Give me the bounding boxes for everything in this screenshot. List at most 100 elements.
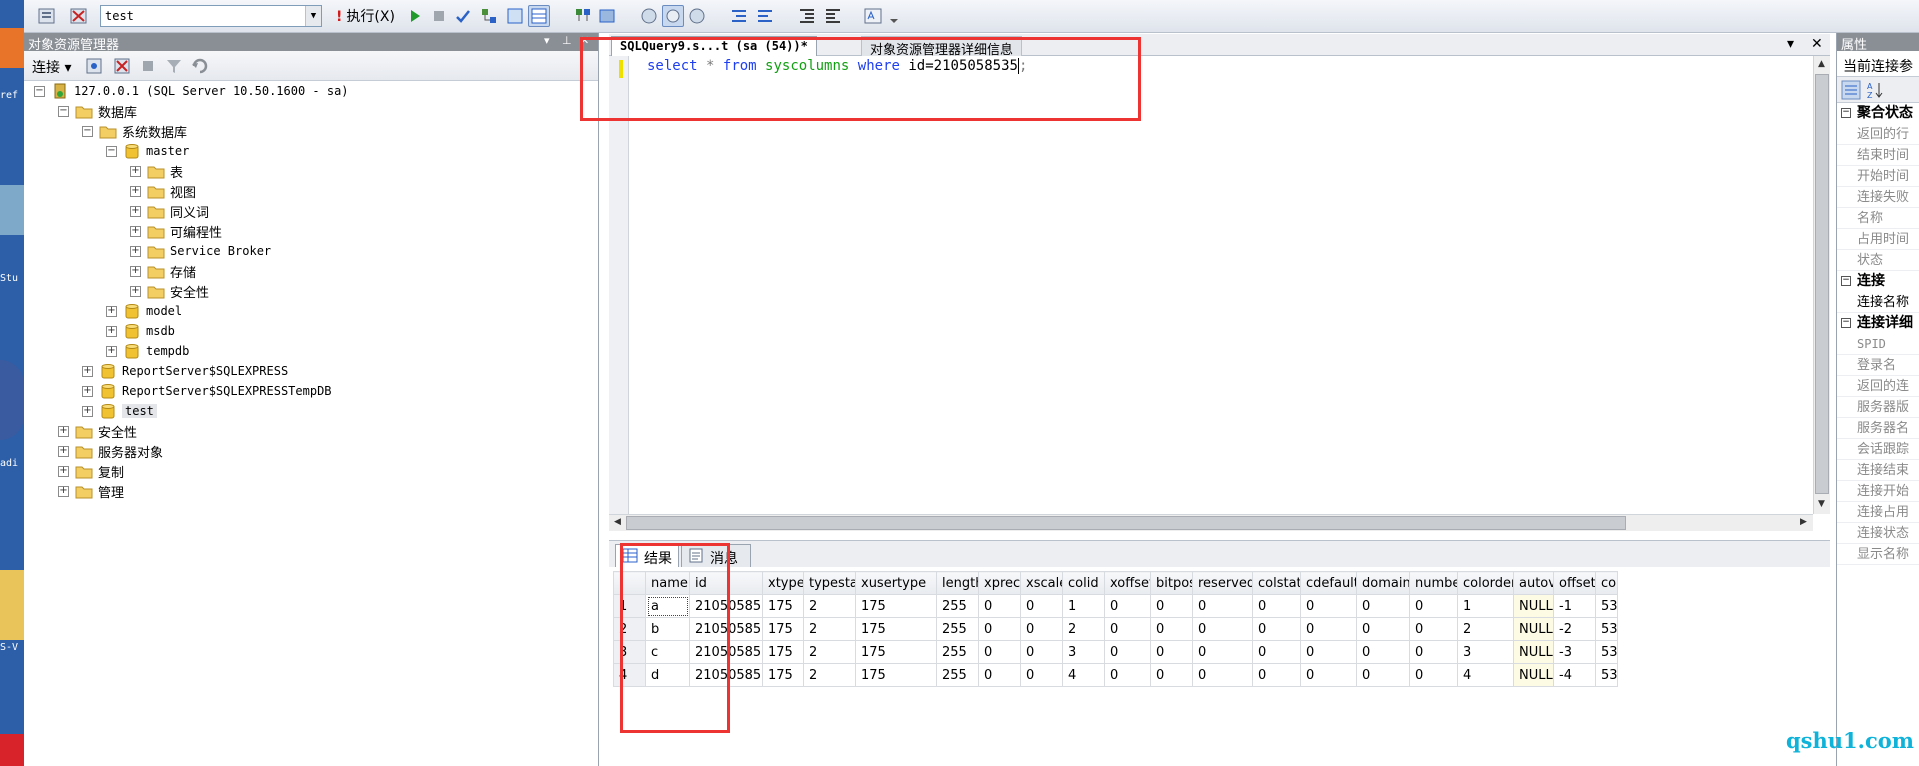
grid-cell[interactable]: 53 <box>1595 594 1618 618</box>
sql-code[interactable]: select * from syscolumns where id=210505… <box>647 58 1027 74</box>
column-header[interactable]: number <box>1409 571 1458 595</box>
tree-node[interactable]: + 安全性 <box>130 282 209 301</box>
grid-cell[interactable]: 0 <box>1020 594 1063 618</box>
column-header[interactable]: cdefault <box>1300 571 1357 595</box>
categorized-icon[interactable] <box>1841 80 1861 104</box>
grid-cell[interactable]: 175 <box>855 594 937 618</box>
tree-node[interactable]: + model <box>106 302 182 320</box>
computer-icon[interactable] <box>0 185 24 235</box>
scroll-thumb[interactable] <box>626 516 1626 530</box>
grid-cell[interactable]: 0 <box>978 617 1021 641</box>
database-select[interactable]: test ▼ <box>100 5 322 27</box>
grid-cell[interactable]: 2 <box>803 617 856 641</box>
grid-cell[interactable]: d <box>645 663 690 687</box>
grid-cell[interactable]: NULL <box>1513 617 1554 641</box>
tab-list-icon[interactable]: ▾ <box>1787 36 1794 52</box>
grid-cell[interactable]: 2 <box>1062 617 1105 641</box>
grid-cell[interactable]: 0 <box>1356 663 1410 687</box>
stop-icon[interactable] <box>140 58 156 78</box>
grid-cell[interactable]: 2105058535 <box>689 617 763 641</box>
collapse-icon[interactable]: − <box>1841 318 1851 328</box>
property-row[interactable]: 连接失败 <box>1837 187 1919 208</box>
grid-cell[interactable]: 175 <box>855 663 937 687</box>
column-header[interactable]: xprec <box>978 571 1021 595</box>
grid-cell[interactable]: 175 <box>855 640 937 664</box>
comment-icon[interactable] <box>728 5 750 27</box>
scroll-thumb[interactable] <box>1815 74 1829 494</box>
column-header[interactable]: offset <box>1553 571 1596 595</box>
grid-cell[interactable]: 175 <box>762 663 804 687</box>
grid-cell[interactable]: 0 <box>1252 594 1301 618</box>
column-header[interactable]: xscale <box>1020 571 1063 595</box>
tab-messages[interactable]: 消息 <box>681 544 751 567</box>
tree-node[interactable]: + 服务器对象 <box>58 442 163 461</box>
grid-corner[interactable] <box>613 571 646 595</box>
tree-node[interactable]: + 表 <box>130 162 183 181</box>
expand-icon[interactable]: + <box>82 405 93 417</box>
dropdown-icon[interactable]: ▾ <box>544 34 550 47</box>
table-row[interactable]: 4d2105058535175217525500400000004NULL-45… <box>613 663 1618 687</box>
expand-icon[interactable]: + <box>106 325 117 337</box>
filter-icon[interactable] <box>164 56 184 80</box>
grid-cell[interactable]: 2105058535 <box>689 594 763 618</box>
grid-cell[interactable]: 0 <box>1409 663 1458 687</box>
grid-cell[interactable]: 0 <box>1104 663 1151 687</box>
grid-cell[interactable]: 0 <box>1300 640 1357 664</box>
grid-cell[interactable]: 0 <box>1300 663 1357 687</box>
scroll-left-icon[interactable]: ◀ <box>610 515 625 530</box>
tree-node[interactable]: + 视图 <box>130 182 196 201</box>
results-to-file-icon[interactable] <box>596 5 618 27</box>
column-header[interactable]: colid <box>1062 571 1105 595</box>
property-row[interactable]: 连接占用 <box>1837 502 1919 523</box>
grid-cell[interactable]: 0 <box>1104 594 1151 618</box>
specify-values-icon[interactable] <box>862 5 884 27</box>
row-number[interactable]: 4 <box>613 663 646 687</box>
grid-cell[interactable]: 0 <box>1150 594 1193 618</box>
property-row[interactable]: 结束时间 <box>1837 145 1919 166</box>
expand-icon[interactable]: + <box>82 385 93 397</box>
tree-node[interactable]: + 可编程性 <box>130 222 222 241</box>
property-row[interactable]: 返回的行 <box>1837 124 1919 145</box>
grid-cell[interactable]: 2 <box>803 663 856 687</box>
pin-icon[interactable]: ⊥ <box>562 34 572 47</box>
increase-indent-icon[interactable] <box>822 5 844 27</box>
close-icon[interactable]: ✕ <box>580 34 589 47</box>
grid-cell[interactable]: 53 <box>1595 617 1618 641</box>
app-icon[interactable] <box>0 734 24 766</box>
client-statistics-icon[interactable] <box>662 5 684 27</box>
expand-icon[interactable]: + <box>106 345 117 357</box>
expand-icon[interactable]: + <box>58 485 69 497</box>
property-row[interactable]: 登录名 <box>1837 355 1919 376</box>
expand-icon[interactable]: + <box>58 445 69 457</box>
grid-cell[interactable]: 175 <box>762 617 804 641</box>
tab-object-explorer-details[interactable]: 对象资源管理器详细信息 <box>861 36 1023 58</box>
query-options-icon[interactable] <box>504 5 526 27</box>
tree-node[interactable]: + 管理 <box>58 482 124 501</box>
tree-node[interactable]: + Service Broker <box>130 242 271 260</box>
grid-cell[interactable]: 0 <box>1020 617 1063 641</box>
tree-node[interactable]: − master <box>106 142 189 160</box>
grid-cell[interactable]: 0 <box>978 640 1021 664</box>
grid-cell[interactable]: 0 <box>1192 663 1253 687</box>
property-category[interactable]: − 连接详细 <box>1837 313 1919 334</box>
refresh-icon[interactable] <box>190 56 210 80</box>
column-header[interactable]: domain <box>1356 571 1410 595</box>
expand-icon[interactable]: + <box>130 205 141 217</box>
grid-cell[interactable]: -1 <box>1553 594 1596 618</box>
tree-node[interactable]: − 数据库 <box>58 102 137 121</box>
property-row[interactable]: 开始时间 <box>1837 166 1919 187</box>
grid-cell[interactable]: 0 <box>1356 640 1410 664</box>
folder-icon[interactable] <box>0 570 24 640</box>
expand-icon[interactable]: + <box>130 285 141 297</box>
grid-cell[interactable]: 0 <box>978 594 1021 618</box>
expand-icon[interactable]: + <box>58 425 69 437</box>
grid-cell[interactable]: 1 <box>1062 594 1105 618</box>
grid-cell[interactable]: -4 <box>1553 663 1596 687</box>
tree-node[interactable]: + 安全性 <box>58 422 137 441</box>
column-header[interactable]: bitpos <box>1150 571 1193 595</box>
expand-icon[interactable]: + <box>130 225 141 237</box>
column-header[interactable]: colorder <box>1457 571 1514 595</box>
tree-node[interactable]: + 复制 <box>58 462 124 481</box>
include-plan-icon[interactable] <box>638 5 660 27</box>
tree-node[interactable]: + test <box>82 402 157 420</box>
